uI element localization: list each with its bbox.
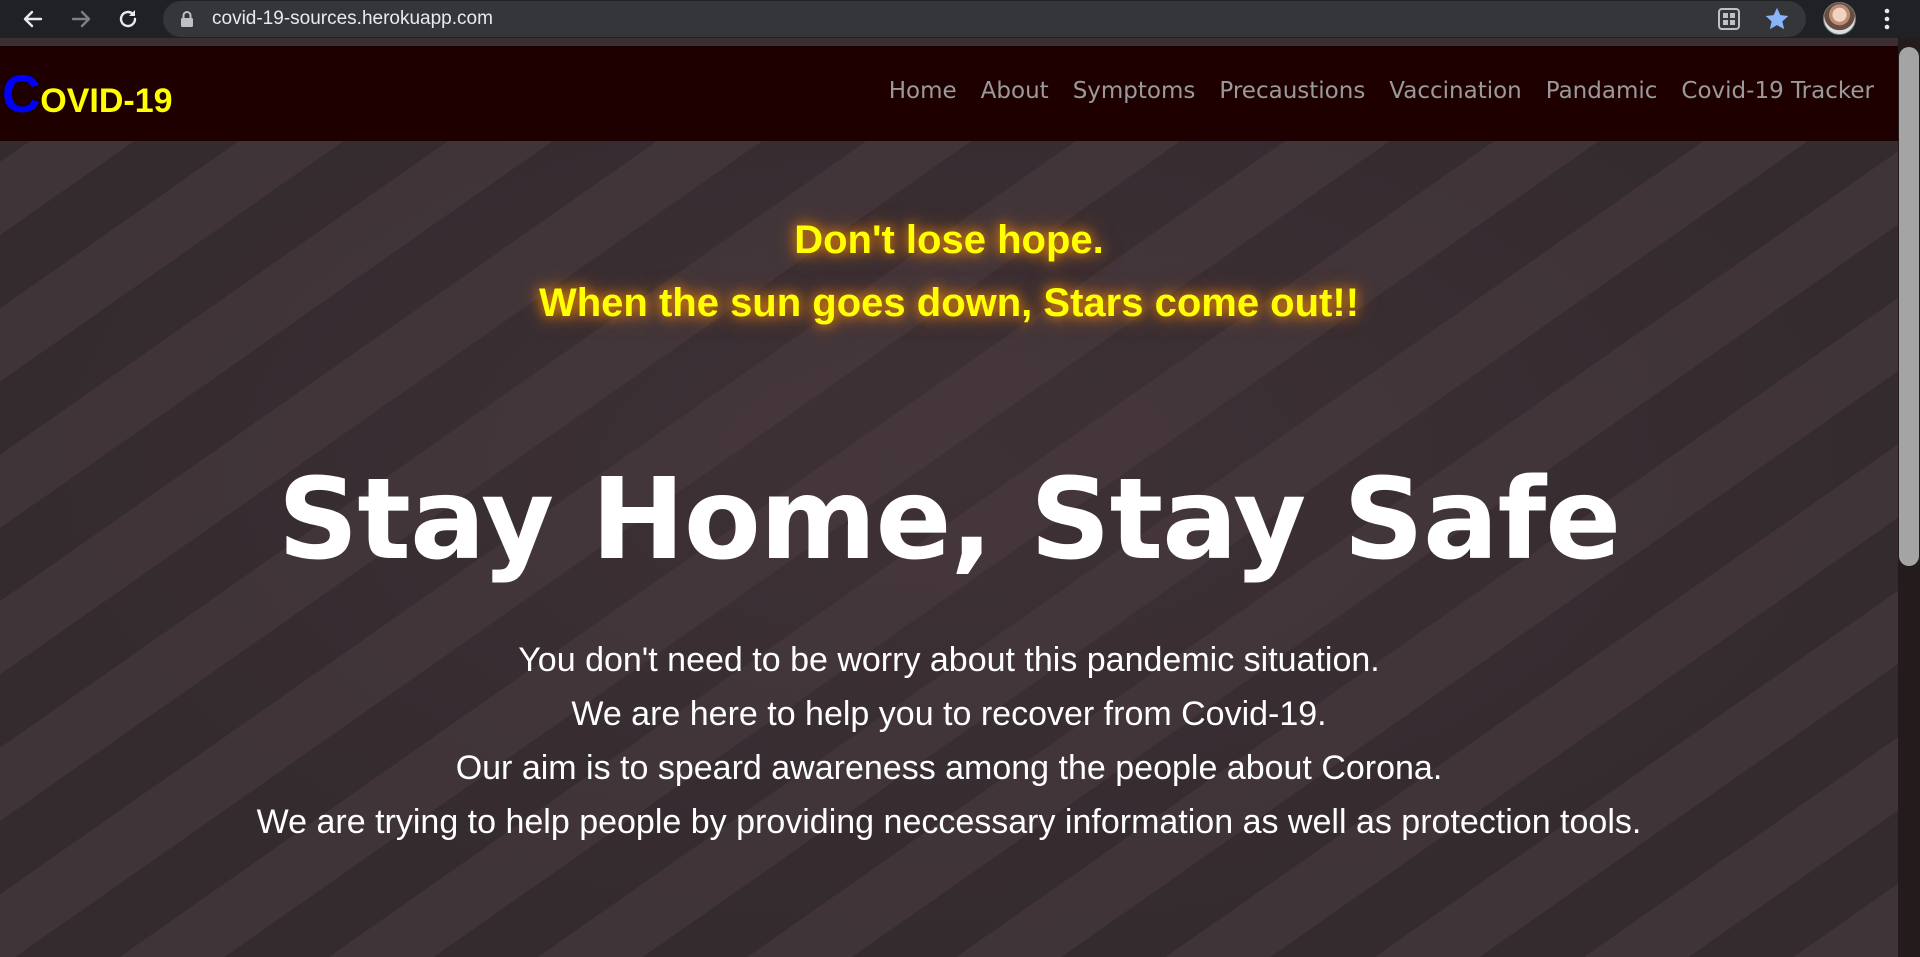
- nav-link-covid-tracker[interactable]: Covid-19 Tracker: [1669, 78, 1886, 104]
- hero-paragraph-1: You don't need to be worry about this pa…: [518, 641, 1380, 679]
- brand-name: OVID-19: [40, 82, 173, 120]
- reload-icon[interactable]: [113, 4, 143, 34]
- nav-link-home[interactable]: Home: [877, 78, 969, 104]
- scrollbar-thumb[interactable]: [1899, 47, 1919, 566]
- extension-icon[interactable]: [1717, 7, 1741, 36]
- brand-initial: C: [2, 65, 41, 124]
- nav-link-pandemic[interactable]: Pandamic: [1534, 78, 1670, 104]
- url-text[interactable]: covid-19-sources.herokuapp.com: [212, 8, 493, 30]
- hero-paragraph-4: We are trying to help people by providin…: [256, 803, 1642, 841]
- browser-toolbar: covid-19-sources.herokuapp.com: [0, 0, 1920, 38]
- more-menu-icon[interactable]: [1880, 7, 1894, 31]
- hero-headline: Stay Home, Stay Safe: [277, 455, 1621, 585]
- lock-icon[interactable]: [180, 11, 194, 27]
- nav-link-about[interactable]: About: [969, 78, 1061, 104]
- hero-paragraph-3: Our aim is to speard awareness among the…: [455, 749, 1443, 787]
- nav-link-precautions[interactable]: Precaustions: [1207, 78, 1377, 104]
- quote-line-2: When the sun goes down, Stars come out!!: [538, 281, 1360, 325]
- nav-link-vaccination[interactable]: Vaccination: [1377, 78, 1533, 104]
- forward-arrow-icon[interactable]: [66, 4, 96, 34]
- brand-logo[interactable]: COVID-19: [2, 68, 173, 121]
- main-menu: Home About Symptoms Precaustions Vaccina…: [877, 78, 1886, 104]
- hero-paragraph-2: We are here to help you to recover from …: [571, 695, 1327, 733]
- hero-section: Don't lose hope. When the sun goes down,…: [0, 141, 1898, 957]
- nav-link-symptoms[interactable]: Symptoms: [1061, 78, 1208, 104]
- site-navbar: COVID-19 Home About Symptoms Precaustion…: [0, 46, 1898, 141]
- bookmark-star-icon[interactable]: [1763, 5, 1791, 38]
- profile-avatar[interactable]: [1823, 2, 1856, 35]
- back-arrow-icon[interactable]: [18, 4, 48, 34]
- quote-line-1: Don't lose hope.: [794, 218, 1104, 262]
